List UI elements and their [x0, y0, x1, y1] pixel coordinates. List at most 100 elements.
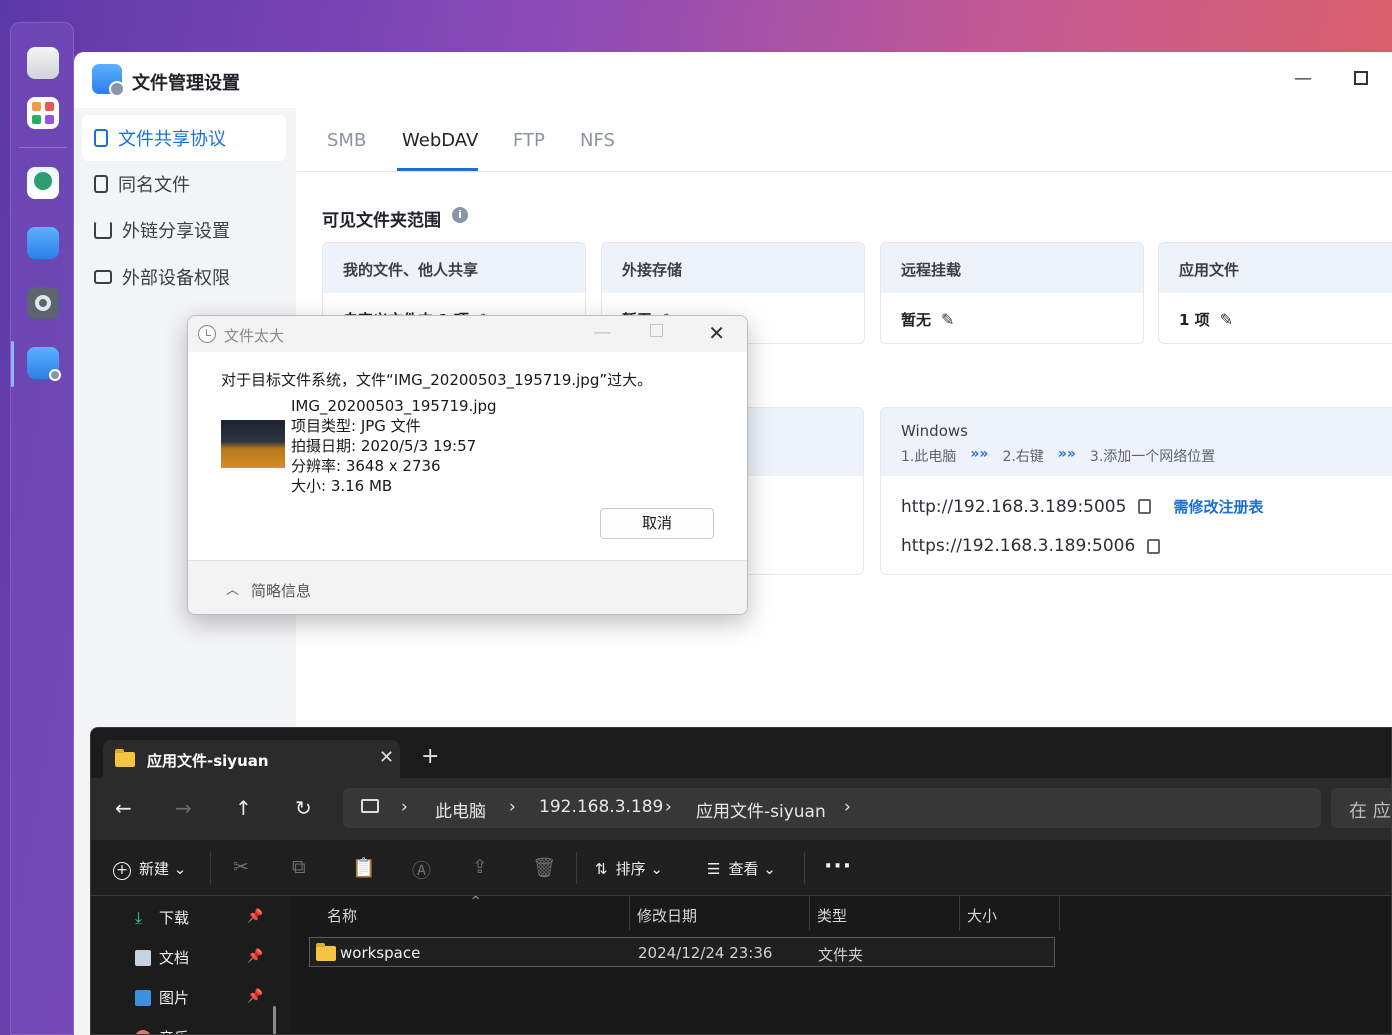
view-button[interactable]: ☰ 查看 ⌄	[707, 858, 776, 879]
registry-link[interactable]: 需修改注册表	[1173, 496, 1263, 517]
copy-icon[interactable]	[1138, 499, 1152, 514]
nav-item-pictures[interactable]: 图片	[135, 987, 189, 1008]
toolbar-separator	[804, 852, 805, 884]
share-icon	[94, 221, 112, 239]
paste-icon[interactable]: 📋	[352, 856, 376, 879]
cancel-button[interactable]: 取消	[600, 508, 714, 539]
sidebar-item-label: 外链分享设置	[122, 221, 230, 242]
explorer-file-list: ^ 名称 修改日期 类型 大小 workspace 2024/12/24 23:…	[289, 894, 1391, 1034]
new-button[interactable]: + 新建 ⌄	[113, 858, 186, 880]
search-input[interactable]: 在 应	[1331, 788, 1391, 828]
close-tab-icon[interactable]: ✕	[379, 747, 394, 768]
tab-smb[interactable]: SMB	[327, 130, 366, 151]
documents-icon	[135, 949, 151, 966]
sidebar-item-link-share[interactable]: 外链分享设置	[82, 207, 286, 253]
sidebar-item-sharing-protocol[interactable]: 文件共享协议	[82, 115, 286, 161]
file-manager-icon[interactable]	[27, 227, 59, 259]
download-icon: ⤓	[135, 907, 143, 927]
file-size: 大小: 3.16 MB	[291, 477, 393, 495]
dock-active-indicator	[11, 341, 14, 387]
step-2: 2.右键	[1002, 449, 1044, 465]
chevron-right-icon: ›	[844, 797, 851, 817]
edit-icon[interactable]: ✎	[1220, 310, 1233, 329]
toolbar-separator	[576, 852, 577, 884]
maximize-button[interactable]	[1349, 66, 1373, 85]
nav-item-downloads[interactable]: ⤓ 下载	[135, 907, 189, 928]
up-arrow-icon[interactable]: ↑	[235, 796, 252, 820]
sort-button[interactable]: ⇅ 排序 ⌄	[595, 858, 663, 879]
http-url: http://192.168.3.189:5005	[901, 496, 1127, 517]
chevron-right-icon: ›	[401, 797, 408, 817]
protocol-tabs: SMB WebDAV FTP NFS	[297, 108, 1392, 172]
pin-icon[interactable]: 📌	[247, 909, 263, 924]
explorer-toolbar: + 新建 ⌄ ✂ ⧉ 📋 Ⓐ ⇪ 🗑 ⇅ 排序 ⌄ ☰ 查看 ⌄ ···	[91, 840, 1391, 896]
chevron-up-icon[interactable]: ︿	[226, 579, 239, 598]
scope-card-remote-mount: 远程挂载 暂无 ✎	[880, 242, 1144, 344]
nav-scrollbar[interactable]	[273, 1006, 276, 1034]
sidebar-item-label: 文件共享协议	[118, 129, 226, 150]
nav-item-documents[interactable]: 文档	[135, 947, 189, 968]
column-header-name[interactable]: 名称	[327, 905, 357, 926]
monitor-icon[interactable]	[27, 47, 59, 79]
file-info: IMG_20200503_195719.jpg 项目类型: JPG 文件 拍摄日…	[291, 396, 497, 496]
drive-icon	[94, 270, 112, 284]
cut-icon[interactable]: ✂	[233, 856, 249, 878]
sort-label: 排序	[615, 860, 646, 878]
app-grid-icon[interactable]	[27, 97, 59, 129]
explorer-tabbar: 应用文件-siyuan ✕ +	[91, 728, 1391, 778]
file-settings-icon[interactable]	[27, 347, 61, 381]
column-header-type[interactable]: 类型	[817, 905, 847, 926]
sidebar-item-label: 同名文件	[118, 175, 190, 196]
card-value: 1 项	[1179, 311, 1210, 329]
sidebar-item-device-permission[interactable]: 外部设备权限	[82, 254, 286, 300]
delete-icon[interactable]: 🗑	[532, 856, 556, 879]
share-icon[interactable]: ⇪	[472, 856, 488, 878]
address-bar[interactable]: › 此电脑 › 192.168.3.189 › 应用文件-siyuan ›	[343, 788, 1321, 828]
pin-icon[interactable]: 📌	[247, 989, 263, 1004]
breadcrumb-host[interactable]: 192.168.3.189	[539, 797, 663, 817]
new-tab-button[interactable]: +	[421, 744, 439, 769]
tab-nfs[interactable]: NFS	[580, 130, 615, 151]
dialog-titlebar: 文件太大 — ✕	[188, 316, 747, 352]
column-header-modified[interactable]: 修改日期	[637, 905, 697, 926]
copy-icon[interactable]	[1147, 538, 1161, 554]
explorer-tab[interactable]: 应用文件-siyuan ✕	[103, 740, 400, 778]
forward-arrow-icon[interactable]: →	[175, 796, 192, 820]
rename-icon[interactable]: Ⓐ	[412, 856, 431, 883]
pictures-icon	[135, 989, 151, 1006]
http-url-row: http://192.168.3.189:5005 需修改注册表	[901, 496, 1263, 517]
chevron-right-icon: ›	[509, 797, 516, 817]
more-options-icon[interactable]: ···	[824, 854, 852, 879]
breadcrumb-folder[interactable]: 应用文件-siyuan	[696, 797, 826, 822]
card-value: 暂无	[901, 311, 932, 329]
column-divider	[1059, 896, 1060, 930]
sidebar-item-same-name[interactable]: 同名文件	[82, 161, 286, 207]
pin-icon[interactable]: 📌	[247, 949, 263, 964]
nav-item-music[interactable]: 音乐	[135, 1027, 189, 1034]
back-arrow-icon[interactable]: ←	[115, 796, 132, 820]
close-button[interactable]: ✕	[708, 321, 725, 345]
column-header-size[interactable]: 大小	[967, 905, 997, 926]
settings-gear-icon[interactable]	[27, 287, 59, 319]
less-info-toggle[interactable]: 简略信息	[251, 580, 311, 601]
copy-icon[interactable]: ⧉	[292, 856, 306, 878]
view-label: 查看	[728, 860, 759, 878]
breadcrumb-this-pc[interactable]: 此电脑	[435, 797, 486, 822]
edit-icon[interactable]: ✎	[941, 310, 954, 329]
info-icon[interactable]: i	[452, 207, 468, 223]
table-row[interactable]: workspace 2024/12/24 23:36 文件夹	[309, 937, 1055, 967]
step-3: 3.添加一个网络位置	[1089, 449, 1216, 465]
nav-item-label: 文档	[159, 949, 190, 967]
tab-ftp[interactable]: FTP	[513, 130, 545, 151]
tab-webdav[interactable]: WebDAV	[402, 130, 478, 151]
card-title: Windows	[901, 422, 968, 440]
date-taken: 拍摄日期: 2020/5/3 19:57	[291, 437, 477, 455]
minimize-button[interactable]: —	[1291, 68, 1315, 89]
active-tab-indicator	[397, 168, 478, 171]
sidebar-item-label: 外部设备权限	[122, 268, 230, 289]
computer-icon	[361, 799, 379, 813]
refresh-icon[interactable]: ↻	[295, 796, 312, 820]
window-title: 文件管理设置	[132, 73, 240, 94]
earth-icon[interactable]	[27, 167, 59, 199]
file-type: 文件夹	[818, 946, 864, 964]
